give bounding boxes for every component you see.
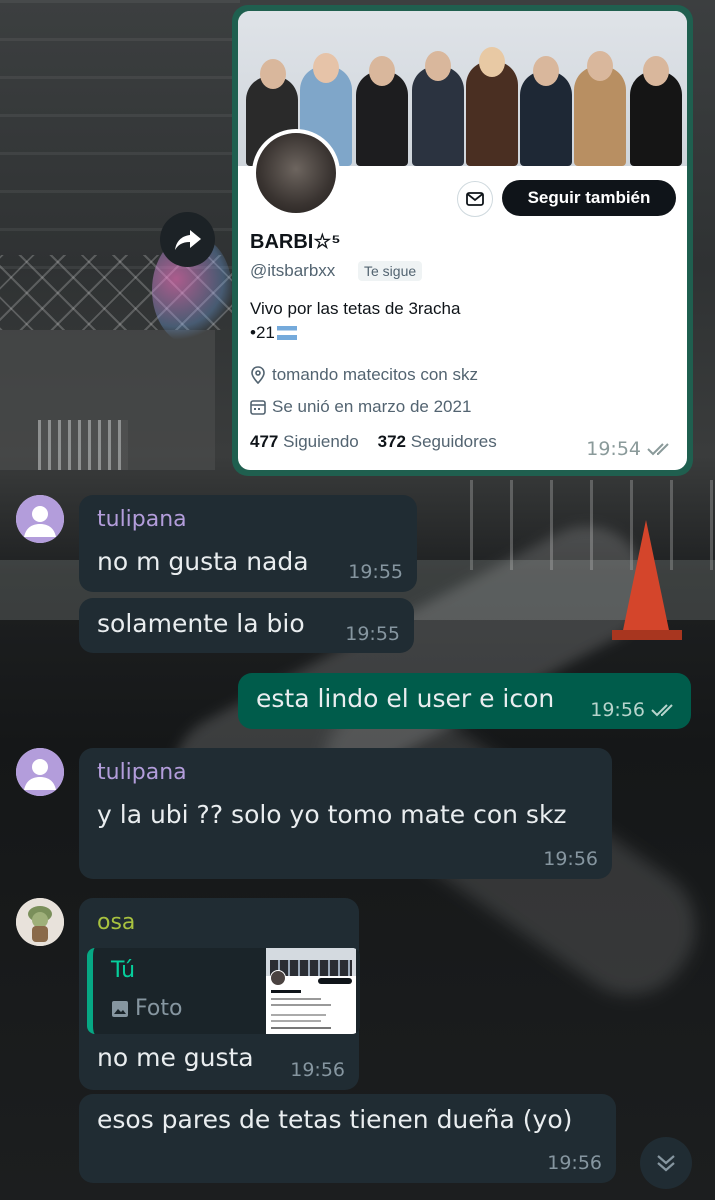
message-timestamp: 19:55: [348, 561, 403, 583]
share-icon: [174, 229, 201, 250]
profile-screenshot[interactable]: Seguir también BARBI☆⁵ @itsbarbxx Te sig…: [238, 11, 687, 470]
message-timestamp: 19:56: [290, 1059, 345, 1081]
message-text: no m gusta nada: [97, 547, 309, 576]
incoming-message[interactable]: tulipana no m gusta nada 19:55: [79, 495, 417, 592]
location-icon: [251, 366, 265, 384]
message-timestamp: 19:56: [543, 848, 598, 870]
quoted-author: Tú: [111, 958, 136, 983]
incoming-message[interactable]: esos pares de tetas tienen dueña (yo) 19…: [79, 1094, 616, 1183]
outgoing-image-message[interactable]: Seguir también BARBI☆⁵ @itsbarbxx Te sig…: [232, 5, 693, 476]
message-text: esos pares de tetas tienen dueña (yo): [97, 1105, 573, 1134]
profile-location: tomando matecitos con skz: [250, 365, 478, 385]
message-text: y la ubi ?? solo yo tomo mate con skz: [97, 800, 567, 829]
incoming-message[interactable]: solamente la bio 19:55: [79, 598, 414, 653]
quoted-type: Foto: [111, 996, 182, 1021]
argentina-flag-emoji: [276, 326, 297, 340]
quoted-reply[interactable]: Tú Foto: [87, 948, 360, 1034]
quoted-photo-thumbnail: [266, 948, 356, 1034]
calendar-icon: [250, 400, 266, 415]
scroll-to-bottom-button[interactable]: [640, 1137, 692, 1189]
default-avatar-icon: [16, 495, 64, 543]
photo-icon: [112, 1000, 128, 1017]
default-avatar-icon: [16, 748, 64, 796]
follow-back-button: Seguir también: [502, 180, 676, 216]
message-timestamp: 19:56: [590, 699, 677, 721]
profile-joined-date: Se unió en marzo de 2021: [250, 397, 471, 417]
double-check-icon: [647, 443, 669, 456]
message-timestamp: 19:55: [345, 623, 400, 645]
profile-name: BARBI☆⁵: [250, 231, 341, 253]
double-check-icon: [651, 704, 673, 717]
tulipana-avatar[interactable]: [16, 495, 64, 543]
message-timestamp: 19:56: [547, 1152, 602, 1174]
message-text: solamente la bio: [97, 609, 305, 638]
tulipana-avatar[interactable]: [16, 748, 64, 796]
profile-bio: Vivo por las tetas de 3racha •21: [250, 299, 461, 342]
osa-avatar-image: [16, 898, 64, 946]
sender-name: tulipana: [97, 760, 187, 785]
scroll-down-icon: [657, 1155, 675, 1172]
message-text: no me gusta: [97, 1043, 254, 1072]
message-text: esta lindo el user e icon: [256, 684, 555, 713]
profile-handle: @itsbarbxx: [250, 261, 336, 280]
message-button: [457, 181, 493, 217]
sender-name: tulipana: [97, 507, 187, 532]
profile-avatar: [252, 129, 340, 217]
follows-you-badge: Te sigue: [358, 261, 423, 281]
sender-name: osa: [97, 910, 136, 935]
incoming-message[interactable]: tulipana y la ubi ?? solo yo tomo mate c…: [79, 748, 612, 879]
message-timestamp: 19:54: [586, 438, 673, 460]
incoming-reply-message[interactable]: osa Tú Foto no me gusta 19:56: [79, 898, 360, 1090]
mail-icon: [466, 192, 484, 206]
forward-button[interactable]: [160, 212, 215, 267]
outgoing-message[interactable]: esta lindo el user e icon 19:56: [238, 673, 691, 729]
osa-avatar[interactable]: [16, 898, 64, 946]
profile-stats: 477 Siguiendo 372 Seguidores: [250, 432, 497, 451]
